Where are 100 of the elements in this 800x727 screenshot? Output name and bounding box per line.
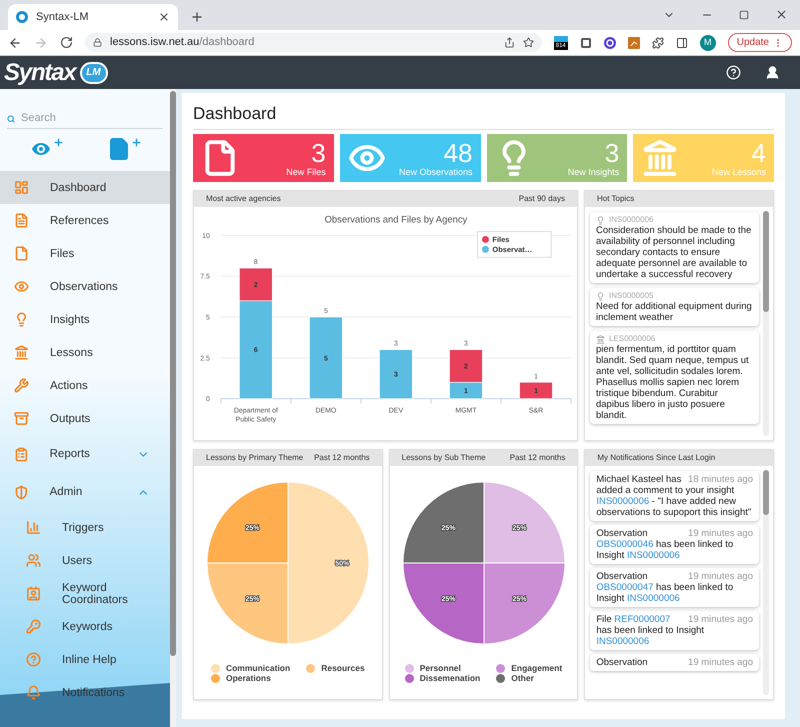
scrollbar-thumb[interactable] <box>763 211 769 312</box>
back-icon[interactable] <box>8 36 22 50</box>
notification-time: 19 minutes ago <box>688 528 753 539</box>
nav-item[interactable]: Keywords <box>0 610 170 643</box>
extension-icon[interactable] <box>604 36 616 48</box>
item-card[interactable]: Michael Kasteel has 18 minutes ago added a comment to your insight INS0000006 - "I have added new observations to supoport this insight" <box>590 471 759 521</box>
panel-period: Past 90 days <box>518 193 565 205</box>
user-icon[interactable] <box>765 65 780 80</box>
reload-icon[interactable] <box>60 36 73 49</box>
lock-icon <box>93 38 102 47</box>
close-icon[interactable] <box>775 8 788 21</box>
notification-time: 18 minutes ago <box>688 474 753 485</box>
topic-ref: INS0000006 <box>608 215 654 225</box>
puzzle-icon[interactable] <box>652 36 664 48</box>
stat-value: 3 <box>604 138 620 166</box>
legend-label: Resources <box>321 663 365 673</box>
file-icon <box>14 246 29 261</box>
notification-text: OBS0000046 has been linked to Insight INS0000006 <box>596 539 734 561</box>
profile-avatar[interactable]: M <box>700 34 716 50</box>
panel-period: Past 12 months <box>314 452 370 464</box>
update-button[interactable]: Update <box>728 33 792 52</box>
bar <box>379 349 413 399</box>
nav-item[interactable]: Observations <box>0 270 170 303</box>
legend-label: Other <box>511 673 534 683</box>
shield-icon <box>14 484 29 500</box>
legend-label: Dissemenation <box>420 673 480 683</box>
item-card[interactable]: INS0000006 Consideration should be made to the availability of personnel including secondary contacts to ensure adequate personnel are available to undertake a successful recovery <box>590 212 759 283</box>
nav-item[interactable]: Dashboard <box>0 171 170 204</box>
lightbulb-icon <box>14 312 29 327</box>
search-field[interactable]: Search <box>21 110 163 127</box>
legend-label: Operations <box>226 673 271 683</box>
help-icon <box>26 652 41 667</box>
item-card[interactable]: Observation 19 minutes ago OBS0000046 has been linked to Insight INS0000006 <box>590 525 759 564</box>
panel-title: Hot Topics <box>596 193 634 205</box>
notification-text: OBS0000047 has been linked to Insight INS0000006 <box>596 582 734 604</box>
maximize-icon[interactable] <box>739 10 749 20</box>
extension-icon[interactable] <box>580 36 592 48</box>
logo-badge: LM <box>80 62 108 84</box>
bank-icon <box>641 139 680 177</box>
nav-item[interactable]: Users <box>0 544 170 577</box>
nav-item[interactable]: Actions <box>0 369 170 402</box>
notification-text: Observation <box>596 657 648 668</box>
document-icon <box>14 213 29 228</box>
link[interactable]: INS0000006 <box>626 593 680 604</box>
notification-text: Michael Kasteel has <box>596 474 682 485</box>
plus-icon <box>52 137 64 148</box>
notification-text: Observation <box>596 528 648 539</box>
stat-label: New Files <box>286 166 326 178</box>
link[interactable]: INS0000006 <box>626 550 680 561</box>
star-icon[interactable] <box>522 37 534 48</box>
plus-icon <box>130 137 142 148</box>
extension-icon[interactable] <box>628 36 640 48</box>
panel-title: Lessons by Sub Theme <box>402 452 486 464</box>
page-title: Dashboard <box>193 103 774 130</box>
nav-item[interactable]: Outputs <box>0 402 170 435</box>
stat-card[interactable]: 3 New Files <box>193 134 334 182</box>
stat-value: 48 <box>444 138 472 166</box>
nav-item[interactable]: Insights <box>0 303 170 336</box>
item-card[interactable]: Observation 19 minutes ago OBS0000047 has been linked to Insight INS0000006 <box>590 568 759 607</box>
link[interactable]: OBS0000047 <box>596 582 654 593</box>
stat-label: New Insights <box>568 166 620 178</box>
panel-title: Lessons by Primary Theme <box>206 452 304 464</box>
nav-item[interactable]: Triggers <box>0 511 170 544</box>
notification-time: 19 minutes ago <box>688 614 753 625</box>
nav-item[interactable]: Files <box>0 237 170 270</box>
scrollbar-thumb[interactable] <box>763 470 769 515</box>
help-icon[interactable] <box>726 65 741 80</box>
nav-item[interactable]: Reports <box>0 435 170 473</box>
item-card[interactable]: Observation 19 minutes ago <box>590 654 759 671</box>
logo-text: Syntax <box>4 60 76 84</box>
stat-value: 4 <box>752 138 766 166</box>
archive-icon <box>14 411 29 426</box>
share-icon[interactable] <box>504 37 515 48</box>
wrench-icon <box>14 378 29 393</box>
stat-value: 3 <box>311 138 326 166</box>
notification-text: added a comment to your insight INS0000006 - "I have added new observations to supoport this insight" <box>596 485 752 518</box>
bank-icon <box>596 334 605 344</box>
key-icon <box>26 619 41 634</box>
item-card[interactable] <box>590 331 759 424</box>
topic-text: Need for additional equipment during inclement weather <box>596 301 753 323</box>
new-tab-icon[interactable] <box>190 10 204 24</box>
nav-item[interactable]: Admin <box>0 473 170 511</box>
panel-title: Most active agencies <box>206 193 281 205</box>
nav-item[interactable]: Inline Help <box>0 643 170 676</box>
clipboard-icon <box>14 446 29 462</box>
tab-title: Syntax-LM <box>36 10 90 25</box>
link[interactable]: OBS0000046 <box>596 539 654 550</box>
nav-item[interactable]: References <box>0 204 170 237</box>
side-panel-icon[interactable] <box>676 36 688 48</box>
address-bar[interactable]: lessons.isw.net.au/dashboard <box>85 33 542 52</box>
lightbulb-icon <box>596 292 605 300</box>
nav-item[interactable]: Keyword Coordinators <box>0 577 170 610</box>
close-icon[interactable] <box>158 11 170 23</box>
topic-ref: INS0000005 <box>608 291 654 301</box>
notification-time: 19 minutes ago <box>688 571 753 582</box>
stat-label: New Observations <box>398 166 472 178</box>
legend-label: Personnel <box>420 663 461 673</box>
item-card[interactable]: INS0000005 Need for additional equipment during inclement weather <box>590 288 759 326</box>
nav-item[interactable]: Lessons <box>0 336 170 369</box>
browser-tab[interactable]: Syntax-LM <box>8 4 178 30</box>
